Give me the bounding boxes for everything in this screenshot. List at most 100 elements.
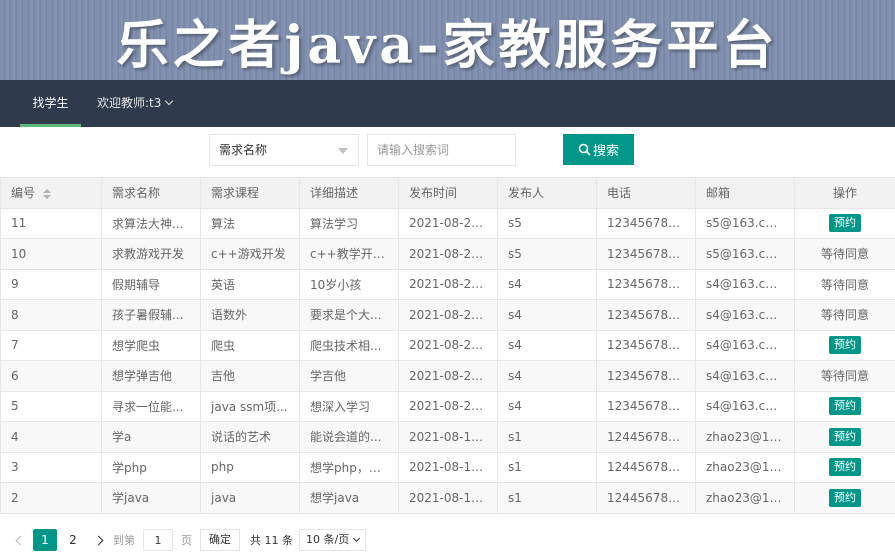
cell-id: 7: [0, 329, 102, 361]
cell-email: zhao23@16...: [695, 451, 795, 483]
cell-email: s4@163.com: [695, 329, 795, 361]
search-field-value: 需求名称: [219, 143, 268, 157]
cell-time: 2021-08-19 ...: [398, 451, 498, 483]
table-row: 6 想学弹吉他 吉他 学吉他 2021-08-20 ... s4 12345678915 s4…: [0, 360, 895, 392]
reserve-button[interactable]: 预约: [829, 336, 861, 355]
table-row: 8 孩子暑假辅... 语数外 要求是个大... 2021-08-20 ... s4 1234…: [0, 299, 895, 331]
cell-course: 英语: [200, 268, 300, 300]
status-text: 等待同意: [820, 308, 869, 323]
cell-phone: 12445678901: [596, 482, 696, 514]
cell-id: 11: [0, 207, 102, 239]
cell-name: 想学弹吉他: [101, 360, 201, 392]
sort-icon[interactable]: [43, 188, 52, 199]
cell-op: 等待同意: [794, 238, 895, 270]
cell-desc: 想深入学习: [299, 390, 399, 422]
cell-course: 爬虫: [200, 329, 300, 361]
cell-name: 假期辅导: [101, 268, 201, 300]
cell-course: php: [200, 451, 300, 483]
user-greeting: 欢迎教师:t3: [97, 96, 162, 110]
table-row: 3 学php php 想学php，有... 2021-08-19 ... s1 124456…: [0, 451, 895, 483]
cell-desc: 爬虫技术相...: [299, 329, 399, 361]
reserve-button[interactable]: 预约: [829, 427, 861, 446]
caret-down-icon: [338, 148, 348, 154]
cell-email: s4@163.com: [695, 299, 795, 331]
cell-name: 学a: [101, 421, 201, 453]
page-2[interactable]: 2: [61, 529, 85, 551]
prev-page-button[interactable]: [9, 529, 31, 551]
cell-phone: 12345678915: [596, 360, 696, 392]
header-name: 需求名称: [101, 177, 201, 209]
cell-phone: 12345678915: [596, 390, 696, 422]
cell-op: 预约: [794, 390, 895, 422]
reserve-button[interactable]: 预约: [829, 397, 861, 416]
cell-id: 2: [0, 482, 102, 514]
cell-time: 2021-08-20 ...: [398, 268, 498, 300]
cell-publisher: s5: [497, 238, 597, 270]
demand-table: 编号 需求名称 需求课程 详细描述 发布时间 发布人 电话 邮箱 操作 11 求算…: [0, 177, 895, 514]
cell-phone: 12445678901: [596, 451, 696, 483]
cell-op: 预约: [794, 451, 895, 483]
next-page-button[interactable]: [87, 529, 109, 551]
cell-desc: 想学java: [299, 482, 399, 514]
header-time: 发布时间: [398, 177, 498, 209]
nav-user-menu[interactable]: 欢迎教师:t3: [97, 80, 174, 127]
cell-id: 3: [0, 451, 102, 483]
table-row: 2 学java java 想学java 2021-08-19 ... s1 12445678…: [0, 482, 895, 514]
reserve-button[interactable]: 预约: [829, 458, 861, 477]
cell-id: 9: [0, 268, 102, 300]
cell-course: java: [200, 482, 300, 514]
cell-time: 2021-08-19 ...: [398, 421, 498, 453]
header-email: 邮箱: [695, 177, 795, 209]
search-button[interactable]: 搜索: [563, 134, 634, 165]
reserve-button[interactable]: 预约: [829, 214, 861, 233]
cell-name: 学java: [101, 482, 201, 514]
cell-desc: c++教学开发...: [299, 238, 399, 270]
page-1[interactable]: 1: [33, 529, 57, 551]
cell-course: c++游戏开发: [200, 238, 300, 270]
cell-publisher: s4: [497, 299, 597, 331]
search-input[interactable]: [367, 134, 516, 166]
cell-desc: 算法学习: [299, 207, 399, 239]
cell-email: s5@163.com: [695, 238, 795, 270]
goto-page-input[interactable]: [143, 529, 173, 551]
cell-desc: 能说会道的...: [299, 421, 399, 453]
cell-op: 预约: [794, 482, 895, 514]
cell-email: zhao23@16...: [695, 482, 795, 514]
cell-op: 等待同意: [794, 360, 895, 392]
header-op: 操作: [794, 177, 895, 209]
table-row: 4 学a 说话的艺术 能说会道的... 2021-08-19 ... s1 12445678…: [0, 421, 895, 453]
page-size-select[interactable]: 10 条/页: [299, 529, 367, 551]
table-row: 10 求教游戏开发 c++游戏开发 c++教学开发... 2021-08-20 ... s…: [0, 238, 895, 270]
cell-email: s4@163.com: [695, 360, 795, 392]
cell-desc: 10岁小孩: [299, 268, 399, 300]
table-row: 5 寻求一位能... java ssm项... 想深入学习 2021-08-20 ...…: [0, 390, 895, 422]
table-header-row: 编号 需求名称 需求课程 详细描述 发布时间 发布人 电话 邮箱 操作: [0, 177, 895, 209]
cell-course: 算法: [200, 207, 300, 239]
cell-phone: 12445678901: [596, 421, 696, 453]
goto-confirm-button[interactable]: 确定: [200, 529, 240, 551]
cell-op: 等待同意: [794, 299, 895, 331]
cell-publisher: s4: [497, 268, 597, 300]
cell-op: 预约: [794, 329, 895, 361]
cell-time: 2021-08-19 ...: [398, 482, 498, 514]
status-text: 等待同意: [820, 369, 869, 384]
cell-op: 预约: [794, 421, 895, 453]
reserve-button[interactable]: 预约: [829, 488, 861, 507]
cell-id: 10: [0, 238, 102, 270]
cell-publisher: s4: [497, 360, 597, 392]
cell-course: 吉他: [200, 360, 300, 392]
search-field-select[interactable]: 需求名称: [209, 134, 359, 166]
cell-name: 孩子暑假辅...: [101, 299, 201, 331]
header-id[interactable]: 编号: [0, 177, 102, 209]
cell-desc: 要求是个大...: [299, 299, 399, 331]
cell-time: 2021-08-20 ...: [398, 360, 498, 392]
cell-op: 预约: [794, 207, 895, 239]
cell-time: 2021-08-20 ...: [398, 329, 498, 361]
header-phone: 电话: [596, 177, 696, 209]
chevron-left-icon: [15, 535, 25, 545]
cell-publisher: s4: [497, 329, 597, 361]
cell-phone: 12345678916: [596, 238, 696, 270]
nav-item-find-students[interactable]: 找学生: [20, 80, 81, 127]
banner: 乐之者java-家教服务平台: [0, 0, 895, 80]
total-count: 共 11 条: [250, 534, 293, 547]
